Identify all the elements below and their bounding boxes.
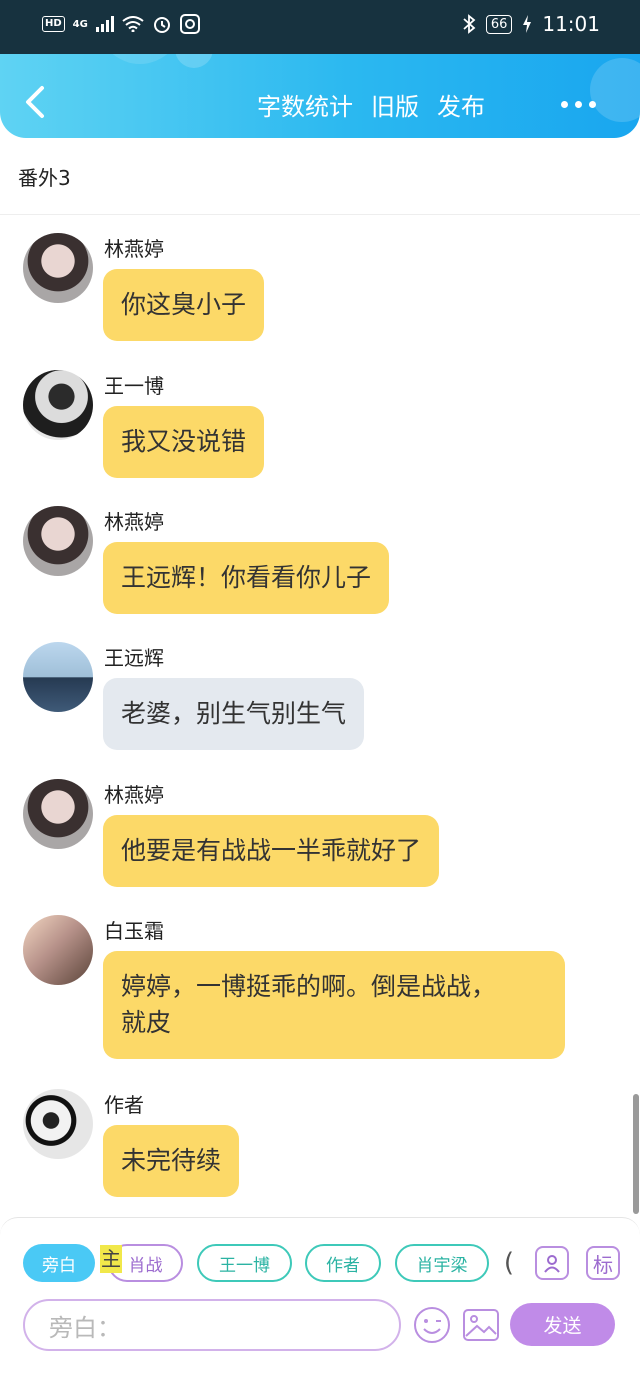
chapter-title[interactable]: 番外3 — [18, 162, 71, 191]
sender-name: 林燕婷 — [104, 510, 164, 534]
alarm-icon — [153, 17, 170, 33]
old-version-button[interactable]: 旧版 — [371, 87, 419, 122]
signal-icon — [95, 16, 114, 32]
message-bubble[interactable]: 婷婷，一博挺乖的啊。倒是战战， 就皮 — [103, 951, 565, 1059]
image-icon[interactable] — [462, 1306, 500, 1344]
divider — [0, 214, 640, 215]
battery-indicator: 66 — [485, 14, 513, 34]
role-chip-author[interactable]: 作者 — [305, 1244, 381, 1282]
tag-label: 标 — [593, 1252, 613, 1277]
message-input[interactable]: 旁白： — [23, 1299, 401, 1351]
main-role-marker: 主 — [100, 1245, 122, 1273]
message-bubble[interactable]: 他要是有战战一半乖就好了 — [103, 815, 440, 887]
more-dot — [589, 100, 596, 108]
more-dot — [575, 100, 582, 108]
sender-name: 作者 — [104, 1093, 144, 1117]
message-bubble[interactable]: 王远辉！你看看你儿子 — [103, 542, 390, 614]
input-placeholder: 旁白： — [49, 1313, 121, 1342]
avatar[interactable] — [23, 370, 93, 440]
avatar[interactable] — [23, 915, 93, 985]
clock: 11:01 — [542, 12, 600, 36]
top-bar: HD 4G 66 11:01 字数统计 旧版 发布 — [0, 0, 640, 138]
message-bubble[interactable]: 老婆，别生气别生气 — [103, 678, 365, 750]
sender-name: 王一博 — [104, 374, 164, 398]
message-bubble[interactable]: 我又没说错 — [103, 406, 265, 478]
back-button[interactable] — [18, 82, 54, 122]
message-line: 就皮 — [121, 1008, 172, 1037]
sender-name: 林燕婷 — [104, 783, 164, 807]
avatar[interactable] — [23, 1089, 93, 1159]
bluetooth-icon — [463, 14, 476, 34]
charging-icon — [523, 15, 532, 33]
wifi-icon — [122, 16, 144, 32]
message-bubble[interactable]: 未完待续 — [103, 1125, 240, 1197]
emoji-icon[interactable] — [413, 1306, 451, 1344]
sender-name: 林燕婷 — [104, 237, 164, 261]
role-chip-xiaoyuliang[interactable]: 肖宇梁 — [395, 1244, 489, 1282]
avatar[interactable] — [23, 233, 93, 303]
avatar[interactable] — [23, 779, 93, 849]
role-chip-more[interactable]: ( — [500, 1244, 518, 1282]
send-button[interactable]: 发送 — [510, 1303, 615, 1346]
tag-button[interactable]: 标 — [586, 1246, 620, 1280]
more-options-button[interactable] — [561, 100, 596, 108]
message-bubble[interactable]: 你这臭小子 — [103, 269, 265, 341]
publish-button[interactable]: 发布 — [437, 87, 485, 122]
app-notification-icon — [179, 14, 200, 34]
role-chip-narration[interactable]: 旁白 — [23, 1244, 95, 1282]
word-count-button[interactable]: 字数统计 — [257, 87, 353, 122]
character-manage-button[interactable] — [535, 1246, 569, 1280]
status-bar: HD 4G 66 11:01 — [0, 0, 640, 54]
sender-name: 白玉霜 — [104, 919, 164, 943]
role-chip-wangyibo[interactable]: 王一博 — [197, 1244, 292, 1282]
hd-badge: HD — [42, 16, 65, 32]
sender-name: 王远辉 — [104, 646, 164, 670]
message-line: 婷婷，一博挺乖的啊。倒是战战， — [121, 972, 497, 1001]
avatar[interactable] — [23, 642, 93, 712]
network-badge: 4G — [72, 18, 88, 30]
more-dot — [561, 100, 568, 108]
person-card-icon — [544, 1255, 560, 1273]
scrollbar[interactable] — [633, 1094, 639, 1214]
avatar[interactable] — [23, 506, 93, 576]
